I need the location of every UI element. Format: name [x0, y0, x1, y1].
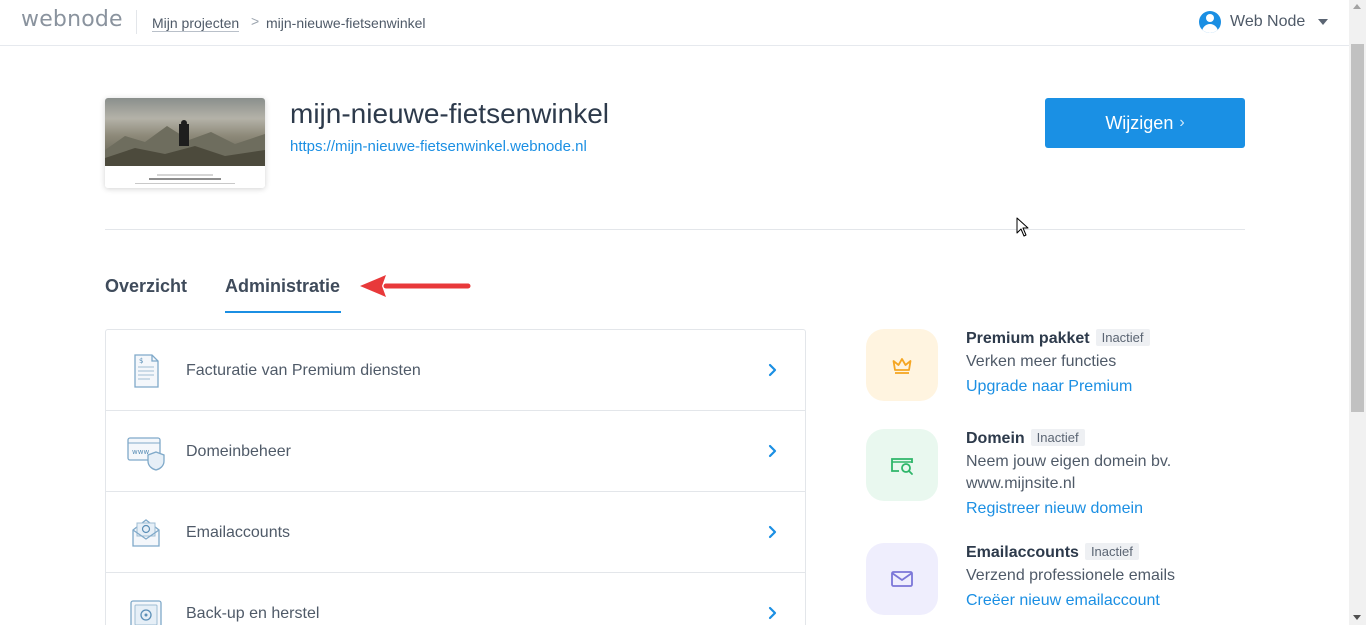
- edit-button[interactable]: Wijzigen ›: [1045, 98, 1245, 148]
- user-name[interactable]: Web Node: [1230, 13, 1305, 31]
- chevron-right-icon[interactable]: [766, 522, 780, 542]
- status-badge: Inactief: [1095, 329, 1150, 346]
- card-description: Verzend professionele emails: [966, 567, 1176, 584]
- webnode-logo[interactable]: webnode: [21, 7, 123, 32]
- upgrade-premium-link[interactable]: Upgrade naar Premium: [966, 376, 1246, 398]
- chevron-down-icon[interactable]: [1318, 19, 1328, 25]
- user-avatar-icon[interactable]: [1199, 11, 1221, 33]
- card-title: Domein: [966, 430, 1025, 447]
- list-item-billing[interactable]: $ Facturatie van Premium diensten: [106, 330, 805, 411]
- project-thumbnail[interactable]: [105, 98, 265, 188]
- breadcrumb-separator: >: [251, 13, 260, 29]
- tab-overview[interactable]: Overzicht: [105, 276, 187, 297]
- scroll-down-arrow-icon[interactable]: [1353, 615, 1361, 620]
- top-bar: webnode Mijn projecten > mijn-nieuwe-fie…: [0, 0, 1349, 46]
- www-shield-icon: www: [127, 437, 165, 471]
- card-title: Emailaccounts: [966, 544, 1079, 561]
- edit-button-label: Wijzigen: [1105, 112, 1174, 133]
- svg-text:$: $: [139, 357, 143, 365]
- tab-administration[interactable]: Administratie: [225, 276, 340, 297]
- list-item-email-accounts[interactable]: Emailaccounts: [106, 492, 805, 573]
- premium-card: Premium pakket Inactief Verken meer funct…: [866, 329, 1246, 409]
- scrollbar[interactable]: [1349, 0, 1366, 625]
- envelope-icon: [866, 543, 938, 615]
- card-description: Neem jouw eigen domein bv. www.mijnsite.…: [966, 453, 1172, 492]
- breadcrumb-my-projects[interactable]: Mijn projecten: [152, 15, 240, 32]
- divider: [105, 229, 1245, 230]
- create-email-link[interactable]: Creëer nieuw emailaccount: [966, 590, 1246, 612]
- project-title: mijn-nieuwe-fietsenwinkel: [290, 98, 610, 129]
- email-card: Emailaccounts Inactief Verzend profession…: [866, 543, 1246, 623]
- chevron-right-icon[interactable]: [766, 360, 780, 380]
- email-icon: [132, 519, 160, 547]
- active-tab-indicator: [225, 311, 341, 313]
- divider: [136, 10, 137, 34]
- list-item-label: Back-up en herstel: [186, 605, 320, 622]
- card-description: Verken meer functies: [966, 353, 1117, 370]
- scroll-up-arrow-icon[interactable]: [1353, 4, 1361, 9]
- domain-card: Domein Inactief Neem jouw eigen domein bv…: [866, 429, 1246, 523]
- safe-icon: [130, 600, 162, 625]
- list-item-label: Facturatie van Premium diensten: [186, 362, 421, 379]
- user-menu[interactable]: Web Node: [1199, 11, 1328, 33]
- mouse-cursor-icon: [1016, 217, 1029, 237]
- chevron-right-icon[interactable]: [766, 603, 780, 623]
- card-title: Premium pakket: [966, 330, 1090, 347]
- crown-icon: [866, 329, 938, 401]
- administration-list: $ Facturatie van Premium diensten www Do…: [105, 329, 806, 625]
- svg-text:www: www: [132, 448, 149, 456]
- list-item-domain-management[interactable]: www Domeinbeheer: [106, 411, 805, 492]
- invoice-icon: $: [134, 354, 159, 388]
- register-domain-link[interactable]: Registreer nieuw domein: [966, 498, 1246, 520]
- project-url-link[interactable]: https://mijn-nieuwe-fietsenwinkel.webnod…: [290, 138, 587, 155]
- chevron-right-icon: ›: [1179, 114, 1185, 131]
- list-item-backup-restore[interactable]: Back-up en herstel: [106, 573, 805, 625]
- domain-search-icon: [866, 429, 938, 501]
- scrollbar-thumb[interactable]: [1351, 44, 1364, 412]
- list-item-label: Emailaccounts: [186, 524, 291, 541]
- status-badge: Inactief: [1084, 543, 1139, 560]
- annotation-arrow-icon: [360, 275, 471, 297]
- status-badge: Inactief: [1030, 429, 1085, 446]
- list-item-label: Domeinbeheer: [186, 443, 291, 460]
- breadcrumb-current: mijn-nieuwe-fietsenwinkel: [266, 15, 426, 31]
- chevron-right-icon[interactable]: [766, 441, 780, 461]
